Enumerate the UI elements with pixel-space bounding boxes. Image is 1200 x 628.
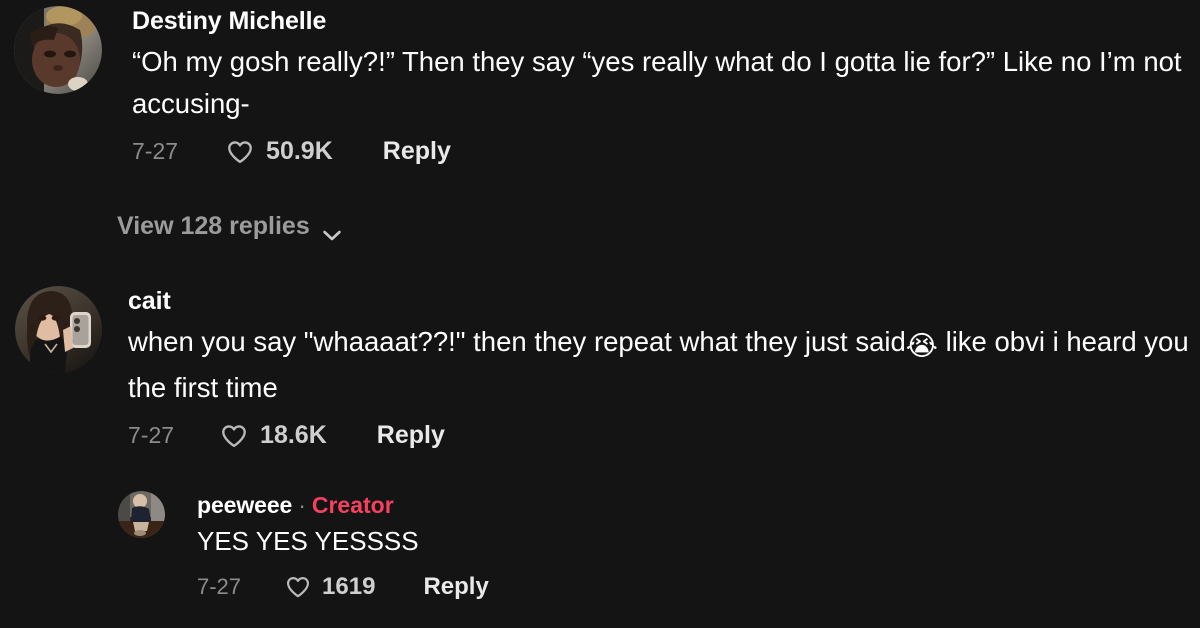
loudly-crying-face-emoji: 😭 bbox=[905, 330, 938, 363]
creator-badge: Creator bbox=[311, 492, 394, 518]
comment-date: 7-27 bbox=[132, 138, 179, 164]
comment-text: “Oh my gosh really?!” Then they say “yes… bbox=[132, 46, 1190, 119]
like-button[interactable]: 50.9K bbox=[226, 137, 333, 166]
avatar[interactable] bbox=[118, 491, 165, 538]
author-line: Destiny Michelle bbox=[132, 6, 1194, 37]
comment-text: YES YES YESSSS bbox=[197, 526, 419, 556]
comment-meta: 7-27 50.9K Reply bbox=[132, 137, 1194, 166]
comment-text-part-1: when you say "whaaaat??!" then they repe… bbox=[128, 326, 906, 357]
like-count: 50.9K bbox=[266, 137, 333, 165]
avatar[interactable] bbox=[14, 6, 102, 94]
like-count: 18.6K bbox=[260, 421, 327, 450]
comment-body: cait when you say "whaaaat??!" then they… bbox=[128, 286, 1195, 450]
like-count: 1619 bbox=[322, 573, 376, 600]
comment-body: Destiny Michelle “Oh my gosh really?!” T… bbox=[132, 6, 1194, 166]
heart-outline-icon bbox=[220, 422, 248, 450]
author-line: cait bbox=[128, 286, 1195, 317]
reply-button[interactable]: Reply bbox=[377, 421, 445, 450]
comment-item: Destiny Michelle “Oh my gosh really?!” T… bbox=[14, 6, 1194, 166]
comment-meta: 7-27 18.6K Reply bbox=[128, 421, 1195, 450]
author-separator: · bbox=[298, 492, 306, 518]
comment-author[interactable]: peeweee bbox=[197, 491, 292, 519]
comment-item: peeweee · Creator YES YES YESSSS 7-27 16… bbox=[118, 491, 1188, 601]
view-replies-label: View 128 replies bbox=[117, 212, 310, 240]
reply-button[interactable]: Reply bbox=[423, 573, 488, 601]
comment-date: 7-27 bbox=[197, 574, 242, 599]
heart-outline-icon bbox=[226, 138, 254, 166]
comment-meta: 7-27 1619 Reply bbox=[197, 573, 1188, 601]
comment-feed: Destiny Michelle “Oh my gosh really?!” T… bbox=[0, 0, 1200, 628]
comment-text: when you say "whaaaat??!" then they repe… bbox=[128, 321, 1195, 409]
comment-author[interactable]: Destiny Michelle bbox=[132, 6, 326, 37]
comment-item: cait when you say "whaaaat??!" then they… bbox=[15, 286, 1195, 450]
reply-button[interactable]: Reply bbox=[383, 137, 451, 166]
comment-body: peeweee · Creator YES YES YESSSS 7-27 16… bbox=[197, 491, 1188, 601]
chevron-down-icon bbox=[322, 220, 342, 241]
like-button[interactable]: 18.6K bbox=[220, 421, 327, 450]
view-replies-button[interactable]: View 128 replies bbox=[117, 212, 342, 241]
comment-date: 7-27 bbox=[128, 422, 175, 449]
like-button[interactable]: 1619 bbox=[285, 573, 375, 601]
avatar[interactable] bbox=[15, 286, 102, 373]
comment-author[interactable]: cait bbox=[128, 286, 171, 317]
author-line: peeweee · Creator bbox=[197, 491, 1188, 519]
heart-outline-icon bbox=[285, 574, 311, 600]
